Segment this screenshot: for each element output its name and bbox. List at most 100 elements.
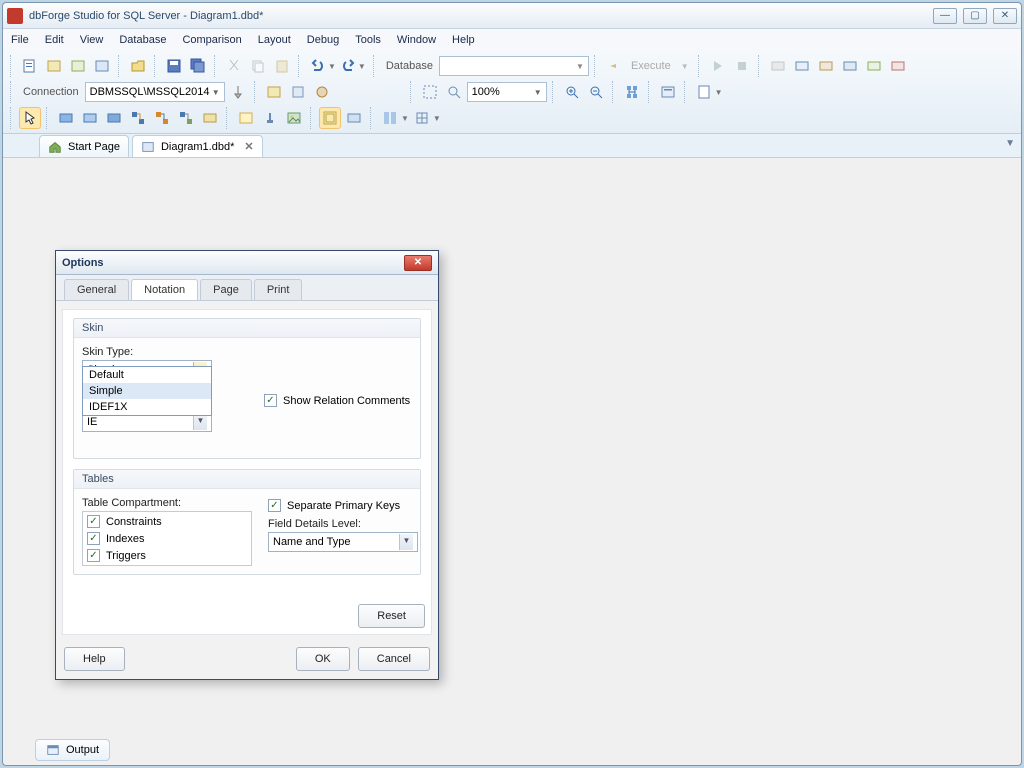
tab-label: Diagram1.dbd* bbox=[161, 141, 234, 153]
help-button[interactable]: Help bbox=[64, 647, 125, 671]
zoom-icon[interactable] bbox=[443, 81, 465, 103]
tb-icon[interactable] bbox=[91, 55, 113, 77]
reset-button[interactable]: Reset bbox=[358, 604, 425, 628]
output-tab[interactable]: Output bbox=[35, 739, 110, 761]
menu-tools[interactable]: Tools bbox=[353, 32, 383, 48]
tb-icon[interactable] bbox=[863, 55, 885, 77]
tb-icon[interactable] bbox=[815, 55, 837, 77]
tabs-overflow[interactable]: ▼ bbox=[1005, 138, 1015, 149]
separate-pk-checkbox[interactable]: ✓ bbox=[268, 499, 281, 512]
maximize-button[interactable]: ▢ bbox=[963, 8, 987, 24]
tb-icon[interactable] bbox=[839, 55, 861, 77]
comp-constraints-checkbox[interactable]: ✓ bbox=[87, 515, 100, 528]
menu-help[interactable]: Help bbox=[450, 32, 477, 48]
cut-button[interactable] bbox=[223, 55, 245, 77]
diagram-icon bbox=[141, 140, 155, 154]
zoom-combo[interactable]: 100%▼ bbox=[467, 82, 547, 102]
app-icon bbox=[7, 8, 23, 24]
skin-type-label: Skin Type: bbox=[82, 346, 412, 358]
pointer-tool[interactable] bbox=[19, 107, 41, 129]
diagram-tool[interactable] bbox=[379, 107, 401, 129]
tb-icon[interactable] bbox=[731, 55, 753, 77]
note-tool[interactable] bbox=[235, 107, 257, 129]
save-button[interactable] bbox=[163, 55, 185, 77]
paste-button[interactable] bbox=[271, 55, 293, 77]
menubar: File Edit View Database Comparison Layou… bbox=[3, 29, 1021, 51]
tab-start-page[interactable]: Start Page bbox=[39, 135, 129, 157]
diagram-tool[interactable] bbox=[175, 107, 197, 129]
menu-database[interactable]: Database bbox=[117, 32, 168, 48]
menu-layout[interactable]: Layout bbox=[256, 32, 293, 48]
copy-button[interactable] bbox=[247, 55, 269, 77]
dialog-title: Options bbox=[62, 257, 104, 269]
tb-icon[interactable] bbox=[43, 55, 65, 77]
tb-icon[interactable] bbox=[657, 81, 679, 103]
tab-general[interactable]: General bbox=[64, 279, 129, 300]
tb-icon[interactable] bbox=[67, 55, 89, 77]
undo-button[interactable] bbox=[307, 55, 329, 77]
tb-icon[interactable] bbox=[791, 55, 813, 77]
close-button[interactable]: ✕ bbox=[993, 8, 1017, 24]
tb-icon[interactable] bbox=[621, 81, 643, 103]
menu-comparison[interactable]: Comparison bbox=[180, 32, 243, 48]
diagram-tool[interactable] bbox=[55, 107, 77, 129]
tab-diagram[interactable]: Diagram1.dbd* ✕ bbox=[132, 135, 263, 157]
redo-button[interactable] bbox=[337, 55, 359, 77]
execute-button[interactable]: Execute bbox=[631, 60, 671, 72]
save-all-button[interactable] bbox=[187, 55, 209, 77]
diagram-tool[interactable] bbox=[343, 107, 365, 129]
menu-debug[interactable]: Debug bbox=[305, 32, 341, 48]
menu-view[interactable]: View bbox=[78, 32, 106, 48]
diagram-tool[interactable] bbox=[103, 107, 125, 129]
skin-option-default[interactable]: Default bbox=[83, 367, 211, 383]
skin-type-dropdown: Default Simple IDEF1X bbox=[82, 366, 212, 416]
tb-icon[interactable] bbox=[311, 81, 333, 103]
tab-notation[interactable]: Notation bbox=[131, 279, 198, 300]
show-relation-label: Show Relation Comments bbox=[283, 395, 410, 407]
tb-icon[interactable] bbox=[707, 55, 729, 77]
titlebar: dbForge Studio for SQL Server - Diagram1… bbox=[3, 3, 1021, 29]
comp-triggers-checkbox[interactable]: ✓ bbox=[87, 549, 100, 562]
toolbars: ▼ ▼ Database ▼ Execute ▼ Connection DBMS… bbox=[3, 51, 1021, 134]
minimize-button[interactable]: — bbox=[933, 8, 957, 24]
database-combo[interactable]: ▼ bbox=[439, 56, 589, 76]
tb-icon[interactable] bbox=[693, 81, 715, 103]
menu-edit[interactable]: Edit bbox=[43, 32, 66, 48]
cancel-button[interactable]: Cancel bbox=[358, 647, 430, 671]
menu-file[interactable]: File bbox=[9, 32, 31, 48]
tb-icon[interactable] bbox=[767, 55, 789, 77]
show-relation-checkbox[interactable]: ✓ bbox=[264, 394, 277, 407]
diagram-tool[interactable] bbox=[199, 107, 221, 129]
window-title: dbForge Studio for SQL Server - Diagram1… bbox=[29, 10, 933, 22]
pin-icon[interactable] bbox=[227, 81, 249, 103]
dialog-close-button[interactable]: ✕ bbox=[404, 255, 432, 271]
zoom-out-icon[interactable] bbox=[585, 81, 607, 103]
field-details-combo[interactable]: Name and Type▼ bbox=[268, 532, 418, 552]
tb-icon[interactable] bbox=[287, 81, 309, 103]
diagram-tool[interactable] bbox=[411, 107, 433, 129]
diagram-tool[interactable] bbox=[127, 107, 149, 129]
menu-window[interactable]: Window bbox=[395, 32, 438, 48]
dialog-tabs: General Notation Page Print bbox=[56, 275, 438, 301]
tab-page[interactable]: Page bbox=[200, 279, 252, 300]
tb-icon[interactable] bbox=[263, 81, 285, 103]
tb-icon[interactable] bbox=[887, 55, 909, 77]
image-tool[interactable] bbox=[283, 107, 305, 129]
skin-option-simple[interactable]: Simple bbox=[83, 383, 211, 399]
new-sql-button[interactable] bbox=[19, 55, 41, 77]
ok-button[interactable]: OK bbox=[296, 647, 350, 671]
zoom-in-icon[interactable] bbox=[561, 81, 583, 103]
close-tab-icon[interactable]: ✕ bbox=[244, 140, 253, 153]
fit-icon[interactable] bbox=[419, 81, 441, 103]
comp-indexes-checkbox[interactable]: ✓ bbox=[87, 532, 100, 545]
connection-combo[interactable]: DBMSSQL\MSSQL2014▼ bbox=[85, 82, 225, 102]
tab-print[interactable]: Print bbox=[254, 279, 303, 300]
open-button[interactable] bbox=[127, 55, 149, 77]
dialog-titlebar[interactable]: Options ✕ bbox=[56, 251, 438, 275]
diagram-tool[interactable] bbox=[79, 107, 101, 129]
stamp-tool[interactable] bbox=[259, 107, 281, 129]
execute-icon[interactable] bbox=[603, 55, 625, 77]
container-tool[interactable] bbox=[319, 107, 341, 129]
skin-option-idef1x[interactable]: IDEF1X bbox=[83, 399, 211, 415]
diagram-tool[interactable] bbox=[151, 107, 173, 129]
